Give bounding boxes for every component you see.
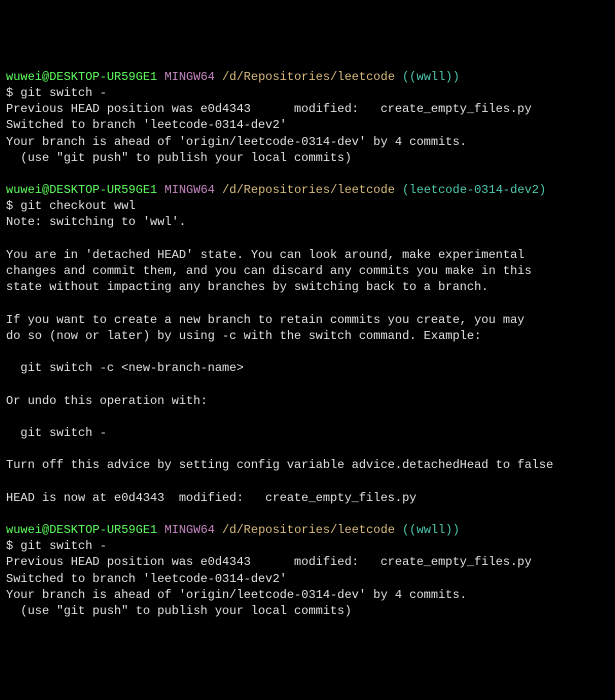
prompt-branch: ((wwll))	[402, 70, 460, 84]
prompt-line: wuwei@DESKTOP-UR59GE1 MINGW64 /d/Reposit…	[6, 69, 609, 85]
command-text: $ git switch -	[6, 539, 107, 553]
output-line	[6, 295, 609, 311]
output-line: Switched to branch 'leetcode-0314-dev2'	[6, 117, 609, 133]
output-line: If you want to create a new branch to re…	[6, 312, 609, 328]
output-line: state without impacting any branches by …	[6, 279, 609, 295]
output-line	[6, 473, 609, 489]
prompt-system: MINGW64	[164, 523, 214, 537]
command-line[interactable]: $ git switch -	[6, 85, 609, 101]
output-line: git switch -	[6, 425, 609, 441]
output-line: do so (now or later) by using -c with th…	[6, 328, 609, 344]
output-line: changes and commit them, and you can dis…	[6, 263, 609, 279]
command-text: $ git switch -	[6, 86, 107, 100]
command-line[interactable]: $ git switch -	[6, 538, 609, 554]
output-line: Previous HEAD position was e0d4343 modif…	[6, 101, 609, 117]
prompt-user-host: wuwei@DESKTOP-UR59GE1	[6, 523, 157, 537]
prompt-line: wuwei@DESKTOP-UR59GE1 MINGW64 /d/Reposit…	[6, 522, 609, 538]
output-line: (use "git push" to publish your local co…	[6, 150, 609, 166]
prompt-path: /d/Repositories/leetcode	[222, 183, 395, 197]
output-line: HEAD is now at e0d4343 modified: create_…	[6, 490, 609, 506]
terminal-window[interactable]: wuwei@DESKTOP-UR59GE1 MINGW64 /d/Reposit…	[6, 69, 609, 619]
command-line[interactable]: $ git checkout wwl	[6, 198, 609, 214]
output-line: (use "git push" to publish your local co…	[6, 603, 609, 619]
output-line: Previous HEAD position was e0d4343 modif…	[6, 554, 609, 570]
prompt-branch: ((wwll))	[402, 523, 460, 537]
output-line	[6, 231, 609, 247]
output-line: Note: switching to 'wwl'.	[6, 214, 609, 230]
output-line: Your branch is ahead of 'origin/leetcode…	[6, 134, 609, 150]
output-line: git switch -c <new-branch-name>	[6, 360, 609, 376]
output-line: You are in 'detached HEAD' state. You ca…	[6, 247, 609, 263]
output-line	[6, 376, 609, 392]
output-line	[6, 441, 609, 457]
blank-line	[6, 506, 609, 522]
prompt-path: /d/Repositories/leetcode	[222, 70, 395, 84]
prompt-path: /d/Repositories/leetcode	[222, 523, 395, 537]
output-line	[6, 409, 609, 425]
output-line: Or undo this operation with:	[6, 393, 609, 409]
command-text: $ git checkout wwl	[6, 199, 136, 213]
prompt-user-host: wuwei@DESKTOP-UR59GE1	[6, 183, 157, 197]
prompt-user-host: wuwei@DESKTOP-UR59GE1	[6, 70, 157, 84]
output-line: Switched to branch 'leetcode-0314-dev2'	[6, 571, 609, 587]
prompt-system: MINGW64	[164, 70, 214, 84]
output-line	[6, 344, 609, 360]
prompt-system: MINGW64	[164, 183, 214, 197]
prompt-line: wuwei@DESKTOP-UR59GE1 MINGW64 /d/Reposit…	[6, 182, 609, 198]
prompt-branch: (leetcode-0314-dev2)	[402, 183, 546, 197]
output-line: Your branch is ahead of 'origin/leetcode…	[6, 587, 609, 603]
blank-line	[6, 166, 609, 182]
output-line: Turn off this advice by setting config v…	[6, 457, 609, 473]
